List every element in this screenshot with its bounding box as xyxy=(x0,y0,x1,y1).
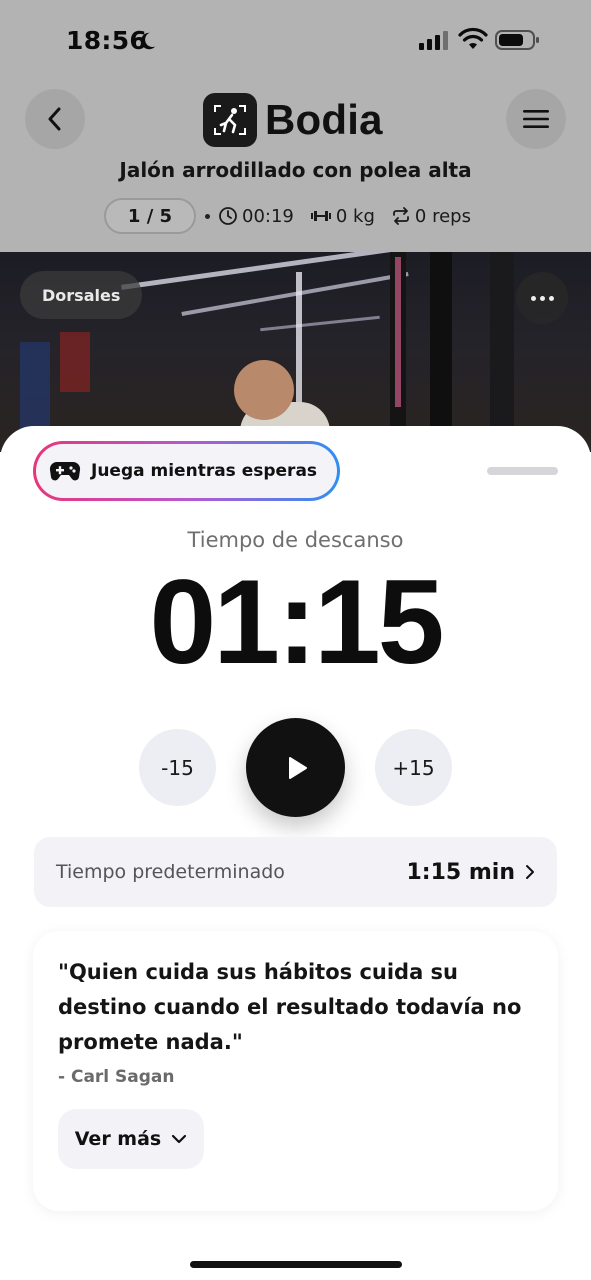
brand-name: Bodia xyxy=(265,96,383,143)
chevron-right-icon xyxy=(526,865,534,879)
more-options-button[interactable] xyxy=(516,272,568,324)
play-button[interactable] xyxy=(246,718,345,817)
repeat-icon xyxy=(393,207,409,225)
battery-icon xyxy=(495,30,539,50)
muscle-tag[interactable]: Dorsales xyxy=(20,271,143,319)
brand-logo-icon xyxy=(203,93,257,147)
weight-stat: 0 kg xyxy=(310,206,375,227)
back-button[interactable] xyxy=(25,89,85,149)
rest-timer: 01:15 xyxy=(149,555,445,689)
reps-stat: 0 reps xyxy=(391,206,471,227)
exercise-title: Jalón arrodillado con polea alta xyxy=(119,158,472,182)
default-time-label: Tiempo predeterminado xyxy=(56,861,285,883)
see-more-button[interactable]: Ver más xyxy=(58,1109,204,1169)
status-bar: 18:56 xyxy=(0,0,591,80)
sheet-grabber[interactable] xyxy=(487,467,558,475)
quote-author: - Carl Sagan xyxy=(58,1067,175,1087)
set-counter[interactable]: 1 / 5 xyxy=(104,198,196,234)
weight-value: 0 kg xyxy=(335,205,375,227)
minus-15-button[interactable]: -15 xyxy=(139,729,216,806)
chevron-left-icon xyxy=(48,107,61,131)
default-time-row[interactable]: Tiempo predeterminado 1:15 min xyxy=(34,837,557,907)
plus-15-button[interactable]: +15 xyxy=(375,729,452,806)
wifi-icon xyxy=(458,27,488,49)
gamepad-icon xyxy=(49,461,81,481)
chevron-down-icon xyxy=(172,1134,187,1144)
play-icon xyxy=(288,756,307,779)
reps-value: 0 reps xyxy=(414,205,471,227)
see-more-label: Ver más xyxy=(74,1128,162,1150)
default-time-value: 1:15 min xyxy=(406,859,515,885)
play-while-waiting-label: Juega mientras esperas xyxy=(91,461,318,481)
status-time: 18:56 xyxy=(66,26,148,55)
clock-icon xyxy=(219,207,237,225)
rest-label: Tiempo de descanso xyxy=(187,528,404,552)
workout-stats: 1 / 5 00:19 0 kg 0 reps xyxy=(104,197,487,235)
cellular-signal-icon xyxy=(419,31,448,50)
home-indicator[interactable] xyxy=(190,1261,402,1268)
quote-card: "Quien cuida sus hábitos cuida su destin… xyxy=(33,931,558,1211)
hamburger-menu-icon xyxy=(523,110,549,128)
play-while-waiting-button[interactable]: Juega mientras esperas xyxy=(33,441,340,501)
dumbbell-icon xyxy=(310,211,331,221)
quote-text: "Quien cuida sus hábitos cuida su destin… xyxy=(58,960,522,1054)
elapsed-time: 00:19 xyxy=(218,206,294,227)
brand: Bodia xyxy=(203,93,383,147)
separator-dot xyxy=(205,213,210,219)
moon-icon xyxy=(140,32,156,50)
elapsed-time-value: 00:19 xyxy=(242,205,294,227)
menu-button[interactable] xyxy=(506,89,566,149)
more-dots-icon xyxy=(530,295,536,301)
